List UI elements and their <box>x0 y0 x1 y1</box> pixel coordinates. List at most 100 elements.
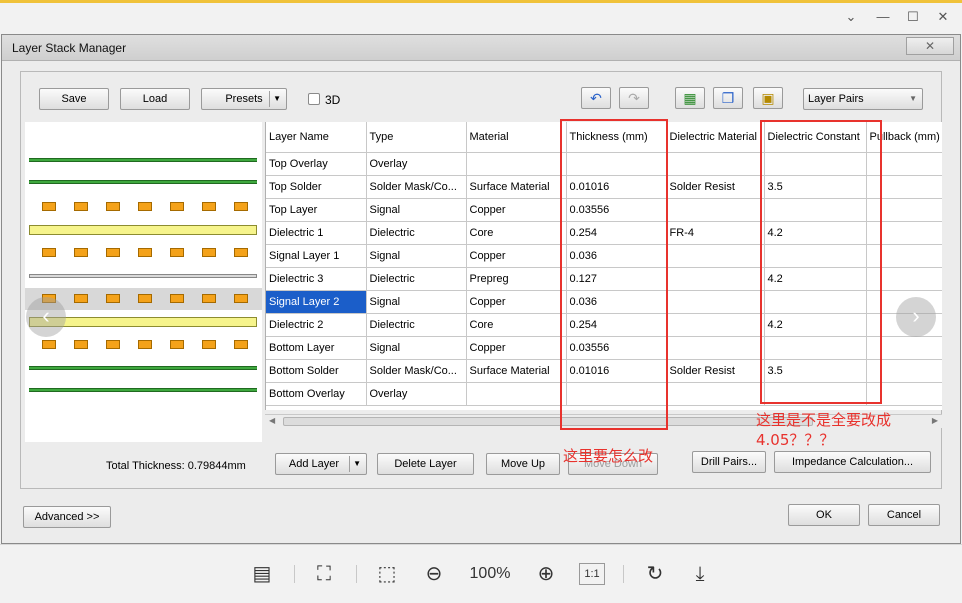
col-header-type[interactable]: Type <box>366 122 467 153</box>
advanced-button[interactable]: Advanced >> <box>23 506 111 528</box>
fullscreen-icon[interactable]: ⬚ <box>374 561 400 587</box>
cell[interactable]: Signal <box>366 336 467 360</box>
presets-dropdown[interactable]: Presets ▼ <box>201 88 287 110</box>
cell[interactable]: Surface Material <box>466 359 567 383</box>
cell[interactable]: Bottom Layer <box>266 336 367 360</box>
copy-icon[interactable]: ❐ <box>713 87 743 109</box>
load-button[interactable]: Load <box>120 88 190 110</box>
col-header-layer-name[interactable]: Layer Name <box>266 122 367 153</box>
3d-label: 3D <box>325 93 341 107</box>
minimize-icon[interactable]: — <box>874 8 892 26</box>
pad <box>234 202 248 211</box>
cell[interactable]: Solder Resist <box>666 359 765 383</box>
zoom-out-icon[interactable]: ⊖ <box>421 561 447 587</box>
cell[interactable] <box>466 382 567 406</box>
save-button[interactable]: Save <box>39 88 109 110</box>
pad <box>106 340 120 349</box>
delete-layer-button[interactable]: Delete Layer <box>377 453 474 475</box>
cancel-button[interactable]: Cancel <box>868 504 940 526</box>
layer-pairs-select[interactable]: Layer Pairs ▼ <box>803 88 923 110</box>
ok-button[interactable]: OK <box>788 504 860 526</box>
undo-icon[interactable]: ↶ <box>581 87 611 109</box>
cell[interactable]: Bottom Overlay <box>266 382 367 406</box>
pad <box>74 294 88 303</box>
dialog-close-button[interactable]: ✕ <box>906 37 954 55</box>
cell[interactable]: Signal <box>366 198 467 222</box>
fit-window-icon[interactable]: ⛶ <box>311 561 337 587</box>
viewer-title-strip: ⌄ — ☐ ✕ <box>0 0 962 34</box>
cell-selected[interactable]: Signal Layer 2 <box>266 290 367 314</box>
close-icon[interactable]: ✕ <box>934 8 952 26</box>
cell[interactable]: Surface Material <box>466 175 567 199</box>
total-thickness-label: Total Thickness: 0.79844mm <box>106 460 246 472</box>
top-solder-graphic <box>29 180 257 184</box>
cell[interactable]: Overlay <box>366 382 467 406</box>
cell[interactable]: FR-4 <box>666 221 765 245</box>
cell[interactable]: Prepreg <box>466 267 567 291</box>
pad <box>170 202 184 211</box>
cell[interactable] <box>666 382 765 406</box>
viewer-accent-stripe <box>0 0 962 3</box>
cell[interactable]: Solder Resist <box>666 175 765 199</box>
col-header-material[interactable]: Material <box>466 122 567 153</box>
cell[interactable]: Signal <box>366 244 467 268</box>
pad <box>202 340 216 349</box>
cell[interactable]: Overlay <box>366 152 467 176</box>
scroll-right-icon[interactable]: ▶ <box>932 416 938 425</box>
download-icon[interactable]: ⤓ <box>687 561 713 587</box>
zoom-in-icon[interactable]: ⊕ <box>533 561 559 587</box>
scroll-left-icon[interactable]: ◀ <box>269 416 275 425</box>
cell[interactable]: Solder Mask/Co... <box>366 175 467 199</box>
maximize-icon[interactable]: ☐ <box>904 8 922 26</box>
cell[interactable]: Core <box>466 313 567 337</box>
cell[interactable] <box>666 336 765 360</box>
redo-icon[interactable]: ↷ <box>619 87 649 109</box>
cell[interactable]: Top Overlay <box>266 152 367 176</box>
thickness-annotation-text: 这里要怎么改 <box>563 447 654 465</box>
cell[interactable] <box>666 267 765 291</box>
drill-pairs-button[interactable]: Drill Pairs... <box>692 451 766 473</box>
scrollbar-thumb[interactable] <box>283 417 813 426</box>
cell[interactable]: Signal <box>366 290 467 314</box>
cell[interactable]: Copper <box>466 290 567 314</box>
cell[interactable]: Solder Mask/Co... <box>366 359 467 383</box>
export-excel-icon[interactable]: ▦ <box>675 87 705 109</box>
thumbnails-icon[interactable]: ▤ <box>249 561 275 587</box>
pad <box>234 294 248 303</box>
3d-checkbox[interactable] <box>308 93 320 105</box>
viewer-toolbar: ▤ ⛶ ⬚ ⊖ 100% ⊕ 1:1 ↻ ⤓ <box>0 544 962 603</box>
cell[interactable]: Dielectric <box>366 221 467 245</box>
next-image-icon[interactable]: › <box>896 297 936 337</box>
cell[interactable] <box>666 244 765 268</box>
cell[interactable]: Dielectric <box>366 267 467 291</box>
cell[interactable] <box>666 290 765 314</box>
cell[interactable]: Copper <box>466 244 567 268</box>
cell[interactable]: Copper <box>466 198 567 222</box>
move-up-button[interactable]: Move Up <box>486 453 560 475</box>
cell[interactable]: Bottom Solder <box>266 359 367 383</box>
cell[interactable]: Dielectric 2 <box>266 313 367 337</box>
pad <box>202 202 216 211</box>
cell[interactable]: Dielectric 1 <box>266 221 367 245</box>
cell[interactable]: Top Solder <box>266 175 367 199</box>
col-header-dielectric-material[interactable]: Dielectric Material <box>666 122 765 153</box>
cell[interactable] <box>466 152 567 176</box>
cell[interactable]: Signal Layer 1 <box>266 244 367 268</box>
cell[interactable] <box>666 152 765 176</box>
cell[interactable]: Dielectric <box>366 313 467 337</box>
cell[interactable] <box>666 313 765 337</box>
chevron-down-icon[interactable]: ⌄ <box>842 8 860 26</box>
toolbar-separator <box>623 565 624 583</box>
previous-image-icon[interactable]: ‹ <box>26 297 66 337</box>
paste-icon[interactable]: ▣ <box>753 87 783 109</box>
actual-size-icon[interactable]: 1:1 <box>579 563 605 585</box>
cell[interactable]: Dielectric 3 <box>266 267 367 291</box>
cell[interactable] <box>666 198 765 222</box>
cell[interactable]: Core <box>466 221 567 245</box>
presets-label: Presets <box>225 93 263 105</box>
cell[interactable]: Copper <box>466 336 567 360</box>
add-layer-dropdown[interactable]: Add Layer ▼ <box>275 453 367 475</box>
rotate-icon[interactable]: ↻ <box>642 561 668 587</box>
impedance-calculation-button[interactable]: Impedance Calculation... <box>774 451 931 473</box>
cell[interactable]: Top Layer <box>266 198 367 222</box>
